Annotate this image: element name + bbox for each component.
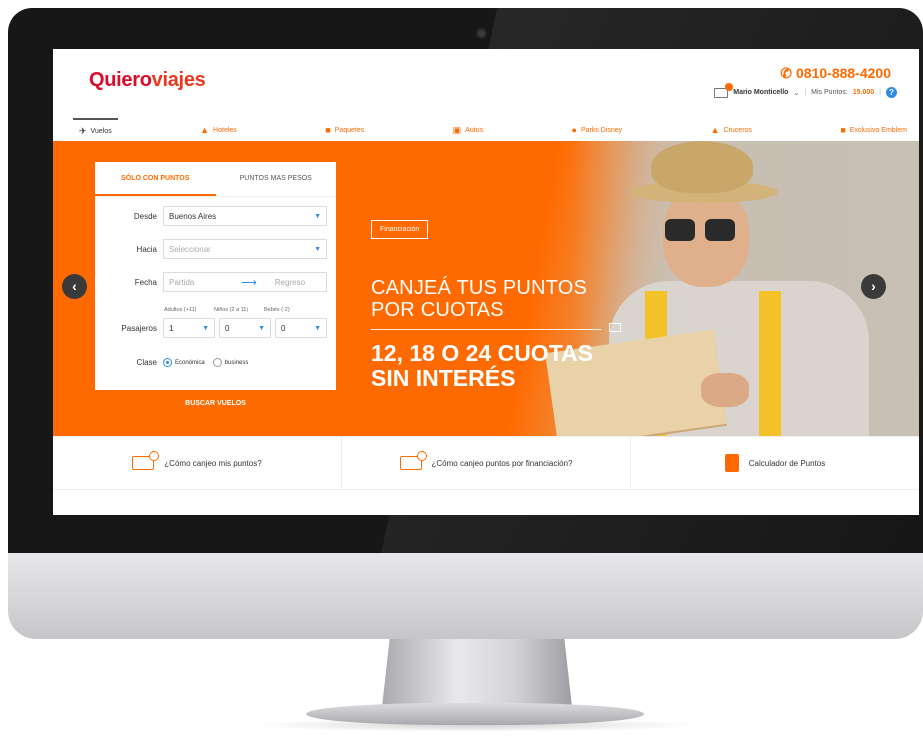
chevron-down-icon: ▼ xyxy=(314,324,321,332)
ship-icon: ▲ xyxy=(710,125,720,135)
mickey-icon: ● xyxy=(571,125,577,135)
flight-search-form: SÓLO CON PUNTOS PUNTOS MAS PESOS Desde B… xyxy=(95,162,336,417)
arrow-right-icon: ⟶ xyxy=(241,276,257,289)
traveler-hand xyxy=(701,373,749,407)
hacia-label: Hacia xyxy=(136,244,157,254)
ninos-label: Niños (2 a 11) xyxy=(214,307,249,313)
monitor-stand-neck xyxy=(382,639,572,707)
badge-icon xyxy=(149,451,160,461)
phone-number[interactable]: ✆ 0810-888-4200 xyxy=(780,65,891,82)
phone-icon: ✆ xyxy=(780,65,793,81)
chevron-right-icon: › xyxy=(871,278,876,294)
plane-icon: ✈ xyxy=(79,125,87,136)
pasajeros-label: Pasajeros xyxy=(121,323,157,333)
user-bar: Mario Monticello ⌄ | Mis Puntos: 15.000 … xyxy=(714,82,897,98)
desde-label: Desde xyxy=(133,211,157,221)
radio-unselected-icon xyxy=(212,358,222,367)
webcam xyxy=(478,30,485,37)
nav-exclusivo-emblem[interactable]: ■ Exclusivo Emblem xyxy=(834,120,913,140)
fecha-label: Fecha xyxy=(134,277,157,287)
chevron-down-icon[interactable]: ⌄ xyxy=(793,89,799,97)
desde-select[interactable]: Buenos Aires ▼ xyxy=(163,206,327,226)
hero-banner: SÓLO CON PUNTOS PUNTOS MAS PESOS Desde B… xyxy=(53,141,919,436)
bebes-label: Bebés (-2) xyxy=(264,307,290,313)
screen: Quieroviajes ✆ 0810-888-4200 Mario Montic… xyxy=(53,49,919,515)
calculator-icon xyxy=(724,454,739,472)
partida-input[interactable]: Partida xyxy=(169,278,223,287)
carousel-prev-button[interactable]: ‹ xyxy=(62,274,87,299)
hacia-row: Hacia Seleccionar ▼ xyxy=(95,239,327,259)
chevron-left-icon: ‹ xyxy=(72,278,77,294)
hat xyxy=(651,141,753,193)
monitor-chin xyxy=(8,553,923,639)
hero-subheadline: 12, 18 O 24 CUOTAS SIN INTERÉS xyxy=(371,340,593,391)
nav-cruceros[interactable]: ▲ Cruceros xyxy=(705,120,758,140)
credit-card-icon xyxy=(609,323,621,332)
adultos-select[interactable]: 1 ▼ xyxy=(163,318,215,338)
nav-vuelos[interactable]: ✈ Vuelos xyxy=(73,118,118,140)
regreso-input[interactable]: Regreso xyxy=(275,278,305,287)
chevron-down-icon: ▼ xyxy=(314,212,321,220)
info-bar: ¿Cómo canjeo mis puntos? ¿Cómo canjeo pu… xyxy=(53,436,919,490)
ticket-icon xyxy=(132,451,160,470)
bebes-select[interactable]: 0 ▼ xyxy=(275,318,327,338)
chevron-down-icon: ▼ xyxy=(314,245,321,253)
financiacion-badge[interactable]: Financiación xyxy=(371,220,429,239)
info-canjeo-puntos[interactable]: ¿Cómo canjeo mis puntos? xyxy=(53,437,342,489)
lock-icon: ■ xyxy=(840,125,846,135)
sunglasses xyxy=(705,219,735,241)
carousel-next-button[interactable]: › xyxy=(861,274,886,299)
fecha-row: Fecha Partida ⟶ Regreso xyxy=(95,272,327,292)
nav-parks-disney[interactable]: ● Parks Disney xyxy=(566,120,629,140)
ninos-select[interactable]: 0 ▼ xyxy=(219,318,271,338)
desde-row: Desde Buenos Aires ▼ xyxy=(95,206,327,226)
info-calculador[interactable]: Calculador de Puntos xyxy=(631,437,919,489)
hotel-icon: ▲ xyxy=(200,125,210,135)
hacia-select[interactable]: Seleccionar ▼ xyxy=(163,239,327,259)
car-icon: ▣ xyxy=(452,124,462,135)
tab-puntos-mas-pesos[interactable]: PUNTOS MAS PESOS xyxy=(216,162,337,196)
buscar-vuelos-button[interactable]: BUSCAR VUELOS xyxy=(95,390,336,417)
chevron-down-icon: ▼ xyxy=(258,324,265,332)
adultos-label: Adultos (+11) xyxy=(164,307,197,313)
divider: | xyxy=(804,89,807,96)
nav-paquetes[interactable]: ■ Paquetes xyxy=(319,120,370,140)
points-label: Mis Puntos: xyxy=(811,89,848,96)
sunglasses xyxy=(665,219,695,241)
points-value: 15.000 xyxy=(852,89,875,96)
radio-business[interactable]: business xyxy=(212,358,248,367)
nav-hoteles[interactable]: ▲ Hoteles xyxy=(194,120,243,140)
tab-solo-puntos[interactable]: SÓLO CON PUNTOS xyxy=(95,162,216,196)
badge-icon xyxy=(416,451,427,461)
logo[interactable]: Quieroviajes xyxy=(89,69,206,92)
hero-headline: CANJEÁ TUS PUNTOS POR CUOTAS xyxy=(371,277,588,321)
backpack-strap xyxy=(759,291,781,436)
divider: | xyxy=(879,89,881,96)
date-range-field[interactable]: Partida ⟶ Regreso xyxy=(163,272,327,292)
clase-label: Clase xyxy=(136,358,157,367)
envelope-icon[interactable] xyxy=(714,82,734,98)
notification-badge xyxy=(725,82,734,91)
clase-row: Clase Económica business xyxy=(95,358,256,367)
chevron-down-icon: ▼ xyxy=(202,324,209,332)
suitcase-icon: ■ xyxy=(325,125,331,135)
radio-selected-icon xyxy=(163,358,172,367)
info-canjeo-financiacion[interactable]: ¿Cómo canjeo puntos por financiación? xyxy=(342,437,631,489)
passenger-sublabels: Adultos (+11) Niños (2 a 11) Bebés (-2) xyxy=(164,307,314,313)
monitor-stand-base xyxy=(306,703,644,725)
user-name[interactable]: Mario Monticello xyxy=(733,89,788,96)
main-nav: ✈ Vuelos ▲ Hoteles ■ Paquetes ▣ Autos ● … xyxy=(73,118,913,140)
radio-economica[interactable]: Económica xyxy=(163,358,205,367)
card-icon xyxy=(399,451,427,470)
headline-divider xyxy=(371,329,601,330)
search-tabs: SÓLO CON PUNTOS PUNTOS MAS PESOS xyxy=(95,162,336,197)
pasajeros-row: Pasajeros 1 ▼ 0 ▼ 0 ▼ xyxy=(95,318,327,338)
nav-autos[interactable]: ▣ Autos xyxy=(447,120,489,140)
question-icon[interactable]: ? xyxy=(886,87,897,98)
